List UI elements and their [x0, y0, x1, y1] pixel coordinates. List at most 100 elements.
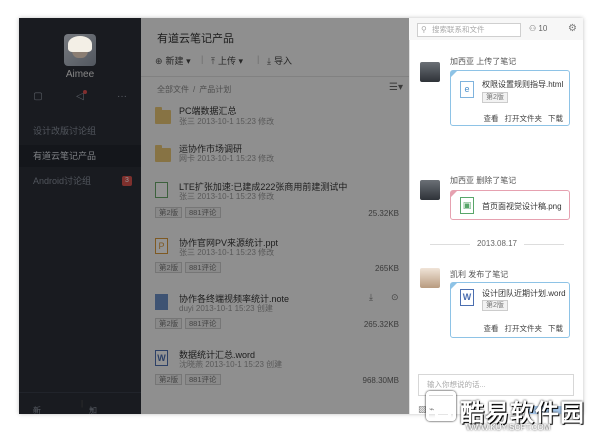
file-meta: 张三 2013-10-1 15:23 修改: [179, 117, 275, 126]
username: Aimee: [65, 69, 95, 80]
word-doc-icon: W: [155, 350, 168, 366]
list-view-icon[interactable]: ☰▾: [389, 82, 403, 93]
sidebar-toolbar: ▢ ◁ ···: [19, 90, 141, 106]
search-icon: ⚲: [421, 25, 427, 34]
image-file-icon: ▣: [460, 197, 474, 214]
gear-icon[interactable]: ⚙: [568, 23, 577, 34]
activity-panel: 加西亚 上传了笔记 e 权限设置规则指导.html 第2版 查看 打开文件夹 下载 …: [409, 40, 583, 414]
new-label: 新建: [165, 56, 184, 66]
word-doc-icon: W: [460, 289, 474, 306]
upload-icon: ⤒: [211, 56, 215, 66]
comments-tag[interactable]: 881评论: [185, 207, 221, 218]
top-bar: ⚲ 搜索联系和文件 ⚇ 10 ⚙: [409, 18, 583, 40]
activity-text: 加西亚 删除了笔记: [450, 176, 517, 185]
file-meta: 张三 2013-10-1 15:23 修改: [179, 248, 275, 257]
ppt-icon: P: [155, 238, 168, 254]
open-folder-link[interactable]: 打开文件夹: [505, 114, 543, 123]
html-file-icon: e: [460, 81, 474, 98]
download-link[interactable]: 下载: [548, 114, 563, 123]
card-corner: [451, 191, 457, 197]
folder-icon: [155, 107, 171, 124]
footer-divider: |: [81, 399, 84, 408]
download-link[interactable]: 下载: [548, 324, 563, 333]
version-tag: 第2版: [482, 92, 508, 103]
list-item[interactable]: P 协作官网PV来源统计.ppt 张三 2013-10-1 15:23 修改 第…: [141, 236, 409, 276]
watermark-logo: [426, 391, 456, 421]
folder-icon: [155, 145, 171, 162]
download-icon[interactable]: ⤓: [369, 292, 373, 303]
breadcrumb: 全部文件 / 产品计划: [157, 84, 231, 95]
upload-label: 上传: [217, 56, 236, 66]
breadcrumb-separator: /: [193, 85, 196, 94]
message-icon[interactable]: ▢: [31, 90, 45, 104]
version-tag[interactable]: 第2版: [155, 318, 183, 329]
comments-tag[interactable]: 881评论: [185, 262, 221, 273]
version-tag[interactable]: 第2版: [155, 262, 183, 273]
card-title: 设计团队近期计划.word: [482, 289, 566, 298]
file-meta: 网卡 2013-10-1 15:23 修改: [179, 154, 275, 163]
card-title: 权限设置规则指导.html: [482, 80, 564, 89]
list-item[interactable]: PC端数据汇总 张三 2013-10-1 15:23 修改: [141, 104, 409, 134]
card-corner: [451, 283, 457, 289]
app-window: Aimee ▢ ◁ ··· 设计改版讨论组 有道云笔记产品 Android讨论组…: [19, 18, 583, 414]
upload-button[interactable]: ⤒ 上传 ▾: [211, 54, 243, 67]
new-group-label: 新建群: [33, 406, 41, 414]
import-button[interactable]: ⤓ 导入: [267, 54, 292, 67]
sidebar-item-youdao-product[interactable]: 有道云笔记产品: [19, 145, 141, 167]
avatar[interactable]: [420, 180, 440, 200]
toolbar-divider: |: [201, 54, 204, 64]
import-icon: ⤓: [267, 56, 271, 66]
note-card[interactable]: e 权限设置规则指导.html 第2版 查看 打开文件夹 下载: [450, 70, 570, 126]
members-button[interactable]: ⚇ 10: [529, 24, 547, 33]
version-tag[interactable]: 第2版: [155, 374, 183, 385]
import-label: 导入: [273, 56, 292, 66]
members-count: 10: [538, 24, 548, 33]
watermark: 酷易软件园 WWW.KUYISOFT.COM: [420, 383, 600, 437]
note-card-deleted[interactable]: ▣ 首页面视觉设计稿.png: [450, 190, 570, 220]
avatar[interactable]: [420, 268, 440, 288]
open-folder-link[interactable]: 打开文件夹: [505, 324, 543, 333]
comments-tag[interactable]: 881评论: [185, 318, 221, 329]
share-icon[interactable]: ⊙: [391, 292, 399, 303]
comments-tag[interactable]: 881评论: [185, 374, 221, 385]
search-input[interactable]: ⚲ 搜索联系和文件: [417, 23, 521, 37]
activity-text: 加西亚 上传了笔记: [450, 57, 517, 66]
version-tag[interactable]: 第2版: [155, 207, 183, 218]
view-link[interactable]: 查看: [484, 114, 499, 123]
more-icon[interactable]: ···: [115, 90, 129, 104]
toolbar-divider: |: [257, 54, 260, 64]
sidebar-item-label: 有道云笔记产品: [33, 151, 97, 161]
search-placeholder: 搜索联系和文件: [432, 25, 485, 34]
new-button[interactable]: ⊕ 新建 ▾: [155, 54, 191, 67]
people-icon: ⚇: [529, 24, 537, 33]
list-item[interactable]: 运协作市场调研 网卡 2013-10-1 15:23 修改: [141, 140, 409, 170]
unread-badge: 3: [122, 176, 132, 186]
list-item[interactable]: W 数据统计汇总.word 沈晓燕 2013-10-1 15:23 创建 第2版…: [141, 348, 409, 388]
file-meta: duyi 2013-10-1 15:23 创建: [179, 304, 273, 313]
breadcrumb-current: 产品计划: [199, 85, 232, 94]
join-group-label: 加入群: [89, 406, 97, 414]
avatar[interactable]: [64, 34, 96, 66]
list-item[interactable]: LTE扩张加速:已建成222张商用前建测试中 张三 2013-10-1 15:2…: [141, 180, 409, 220]
note-icon: [155, 294, 168, 310]
file-list-pane: 有道云笔记产品 ⊕ 新建 ▾ | ⤒ 上传 ▾ | ⤓ 导入 全部文件 / 产品计划 ☰▾…: [141, 18, 409, 414]
card-title: 首页面视觉设计稿.png: [482, 202, 562, 211]
sidebar-item-label: Android讨论组: [33, 176, 92, 186]
date-separator: 2013.08.17: [420, 239, 574, 248]
view-link[interactable]: 查看: [484, 324, 499, 333]
avatar[interactable]: [420, 62, 440, 82]
version-tag: 第2版: [482, 300, 508, 311]
notification-dot: [83, 90, 87, 94]
sidebar-item-android-group[interactable]: Android讨论组 3: [19, 170, 141, 192]
sidebar-footer: ⌂ 新建群 | + 加入群: [19, 392, 141, 414]
note-card[interactable]: W 设计团队近期计划.word 第2版 查看 打开文件夹 下载: [450, 282, 570, 338]
spreadsheet-icon: [155, 182, 168, 198]
file-size: 265KB: [374, 264, 399, 273]
card-corner: [451, 71, 457, 77]
file-size: 968.30MB: [362, 376, 399, 385]
breadcrumb-root[interactable]: 全部文件: [157, 85, 189, 94]
list-item[interactable]: 协作各终端视频率统计.note duyi 2013-10-1 15:23 创建 …: [141, 292, 409, 332]
speaker-icon[interactable]: ◁: [73, 90, 87, 104]
sidebar-item-design-group[interactable]: 设计改版讨论组: [19, 120, 141, 142]
sidebar: Aimee ▢ ◁ ··· 设计改版讨论组 有道云笔记产品 Android讨论组…: [19, 18, 141, 414]
